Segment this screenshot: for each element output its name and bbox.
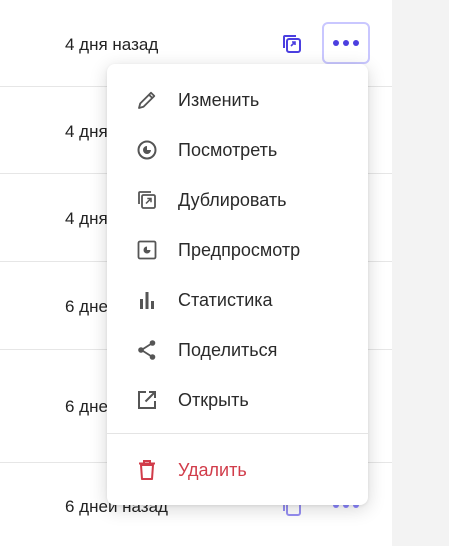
- open-external-icon: [134, 387, 160, 413]
- menu-item-label: Открыть: [178, 389, 249, 410]
- menu-item-label: Удалить: [178, 459, 247, 480]
- more-dots-icon: [333, 40, 359, 46]
- menu-item-statistics[interactable]: Статистика: [107, 277, 368, 323]
- menu-item-label: Предпросмотр: [178, 239, 301, 260]
- statistics-icon: [134, 287, 160, 313]
- right-side-panel: [392, 0, 449, 546]
- menu-item-delete[interactable]: Удалить: [107, 447, 368, 493]
- menu-item-share[interactable]: Поделиться: [107, 327, 368, 373]
- pencil-icon: [134, 87, 160, 113]
- preview-icon: [134, 237, 160, 263]
- duplicate-icon[interactable]: [281, 33, 303, 55]
- modified-time: 6 дне: [65, 397, 108, 416]
- menu-item-duplicate[interactable]: Дублировать: [107, 177, 368, 223]
- menu-item-label: Изменить: [178, 89, 260, 110]
- menu-item-open[interactable]: Открыть: [107, 377, 368, 423]
- menu-item-label: Дублировать: [178, 189, 287, 210]
- menu-item-label: Посмотреть: [178, 139, 278, 160]
- menu-item-view[interactable]: Посмотреть: [107, 127, 368, 173]
- eye-icon: [134, 137, 160, 163]
- menu-item-label: Поделиться: [178, 339, 278, 360]
- more-options-button[interactable]: [322, 22, 370, 64]
- modified-time: 4 дня: [65, 209, 108, 228]
- trash-icon: [134, 457, 160, 483]
- context-menu: Изменить Посмотреть Дублировать Предпрос…: [107, 64, 368, 505]
- duplicate-icon: [134, 187, 160, 213]
- menu-item-preview[interactable]: Предпросмотр: [107, 227, 368, 273]
- modified-time: 4 дня назад: [65, 35, 159, 54]
- share-icon: [134, 337, 160, 363]
- modified-time: 6 дне: [65, 297, 108, 316]
- menu-item-edit[interactable]: Изменить: [107, 77, 368, 123]
- menu-divider: [107, 433, 368, 434]
- menu-item-label: Статистика: [178, 289, 273, 310]
- modified-time: 4 дня: [65, 122, 108, 141]
